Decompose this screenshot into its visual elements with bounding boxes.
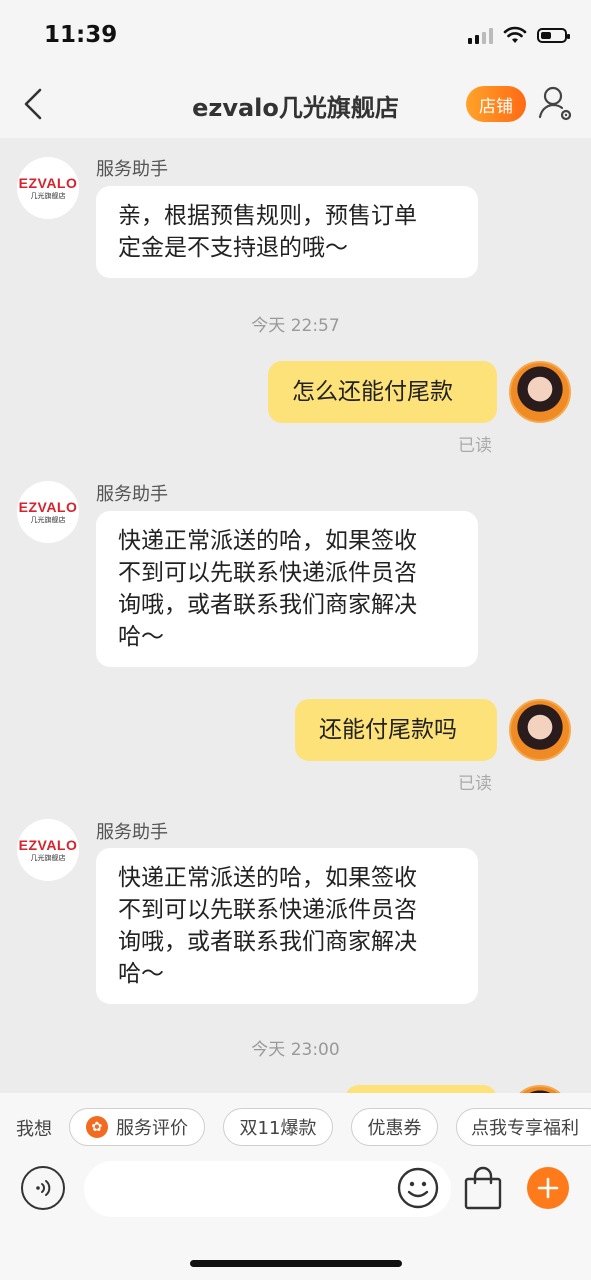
battery-icon	[537, 27, 570, 43]
message-line: 亲，根据预售规则，预售订单	[118, 203, 417, 229]
status-bar: 11:39	[0, 0, 591, 70]
profile-settings-icon[interactable]	[538, 84, 574, 124]
message-bubble-incoming[interactable]: 快递正常派送的哈，如果签收 不到可以先联系快递派件员咨 询哦，或者联系我们商家解…	[96, 848, 478, 1004]
message-bubble-outgoing-partial[interactable]	[345, 1085, 497, 1093]
wifi-icon	[503, 26, 527, 43]
message-bubble-incoming[interactable]: 亲，根据预售规则，预售订单 定金是不支持退的哦～	[96, 186, 478, 278]
home-indicator	[190, 1260, 402, 1267]
store-logo-subtitle: 几光旗舰店	[30, 192, 66, 200]
store-avatar[interactable]: EZVALO 几光旗舰店	[17, 157, 79, 219]
chip-double11[interactable]: 双11爆款	[223, 1108, 333, 1146]
store-avatar[interactable]: EZVALO 几光旗舰店	[17, 819, 79, 881]
sender-name: 服务助手	[96, 484, 168, 505]
shopping-bag-icon[interactable]	[463, 1166, 503, 1210]
sender-name: 服务助手	[96, 159, 168, 180]
message-line: 定金是不支持退的哦～	[118, 235, 348, 261]
message-line: 不到可以先联系快递派件员咨	[118, 897, 417, 923]
store-avatar[interactable]: EZVALO 几光旗舰店	[17, 481, 79, 543]
message-bubble-outgoing[interactable]: 怎么还能付尾款	[268, 361, 497, 423]
store-button[interactable]: 店铺	[466, 86, 526, 122]
chip-label: 点我专享福利	[471, 1118, 579, 1139]
quick-reply-label: 我想	[16, 1119, 52, 1140]
chip-exclusive-benefits[interactable]: 点我专享福利	[456, 1108, 591, 1146]
store-logo-subtitle: 几光旗舰店	[30, 854, 66, 862]
timestamp: 今天 22:57	[251, 316, 340, 336]
user-avatar[interactable]	[509, 1085, 571, 1093]
input-bar	[0, 1161, 591, 1280]
plus-button[interactable]	[527, 1167, 569, 1209]
status-icons	[468, 26, 570, 44]
store-logo-text: EZVALO	[18, 837, 78, 853]
emoji-icon[interactable]	[396, 1166, 440, 1210]
message-line: 哈～	[118, 624, 164, 650]
voice-button[interactable]	[21, 1166, 65, 1210]
store-logo-subtitle: 几光旗舰店	[30, 516, 66, 524]
chat-area[interactable]: EZVALO 几光旗舰店 服务助手 亲，根据预售规则，预售订单 定金是不支持退的…	[0, 138, 591, 1093]
sender-name: 服务助手	[96, 822, 168, 843]
message-line: 哈～	[118, 961, 164, 987]
plus-icon	[537, 1177, 559, 1199]
chip-label: 双11爆款	[239, 1118, 317, 1139]
nav-bar: ezvalo几光旗舰店 店铺	[0, 70, 591, 138]
store-logo-text: EZVALO	[18, 499, 78, 515]
read-status: 已读	[458, 436, 492, 456]
user-avatar[interactable]	[509, 361, 571, 423]
store-logo-text: EZVALO	[18, 175, 78, 191]
quick-reply-bar: 我想 ✿ 服务评价 双11爆款 优惠券 点我专享福利	[0, 1093, 591, 1161]
message-bubble-incoming[interactable]: 快递正常派送的哈，如果签收 不到可以先联系快递派件员咨 询哦，或者联系我们商家解…	[96, 511, 478, 667]
read-status: 已读	[458, 774, 492, 794]
message-line: 询哦，或者联系我们商家解决	[118, 592, 417, 618]
message-line: 询哦，或者联系我们商家解决	[118, 929, 417, 955]
chip-coupon[interactable]: 优惠券	[351, 1108, 438, 1146]
rating-icon: ✿	[86, 1116, 108, 1138]
message-line: 快递正常派送的哈，如果签收	[118, 865, 417, 891]
signal-icon	[468, 27, 493, 44]
status-time: 11:39	[44, 22, 118, 48]
message-bubble-outgoing[interactable]: 还能付尾款吗	[295, 699, 497, 761]
timestamp: 今天 23:00	[251, 1040, 340, 1060]
chip-service-rating[interactable]: ✿ 服务评价	[69, 1108, 205, 1146]
message-line: 快递正常派送的哈，如果签收	[118, 528, 417, 554]
user-avatar[interactable]	[509, 699, 571, 761]
voice-icon	[36, 1180, 51, 1196]
back-icon[interactable]	[16, 86, 52, 122]
chip-label: 优惠券	[367, 1118, 422, 1139]
chip-label: 服务评价	[116, 1118, 188, 1139]
message-line: 不到可以先联系快递派件员咨	[118, 560, 417, 586]
